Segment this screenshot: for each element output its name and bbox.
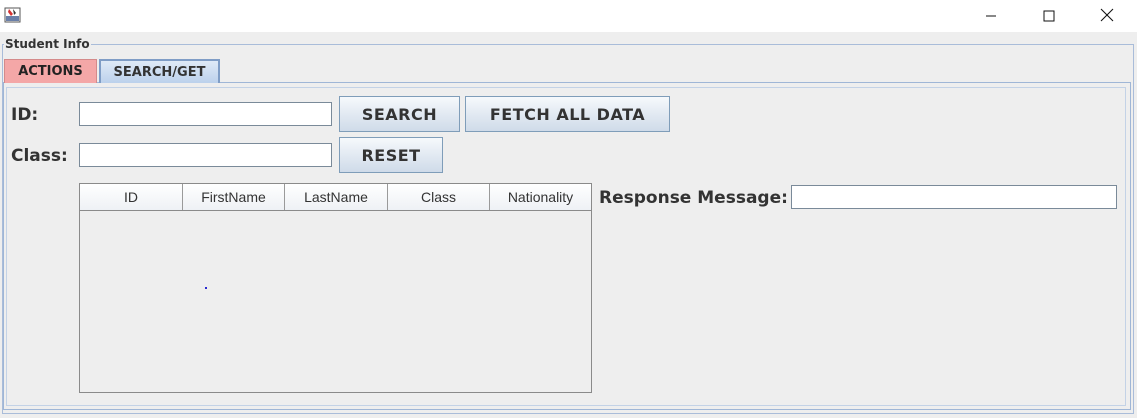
java-app-icon [4, 6, 22, 24]
reset-button[interactable]: RESET [339, 137, 443, 173]
close-button[interactable] [1078, 0, 1136, 32]
class-label: Class: [11, 146, 68, 166]
minimize-icon [985, 7, 997, 26]
column-header-class[interactable]: Class [388, 184, 490, 210]
id-label: ID: [11, 105, 39, 125]
application-window: Student Info ACTIONS SEARCH/GET ID: SEAR… [0, 0, 1137, 418]
column-header-id[interactable]: ID [80, 184, 183, 210]
minimize-button[interactable] [962, 0, 1020, 32]
table-header: ID FirstName LastName Class Nationality [80, 184, 591, 211]
close-icon [1100, 7, 1114, 26]
class-input[interactable] [79, 143, 332, 167]
students-table[interactable]: ID FirstName LastName Class Nationality [79, 183, 592, 393]
maximize-icon [1043, 7, 1055, 26]
column-header-nationality[interactable]: Nationality [490, 184, 591, 210]
column-header-lastname[interactable]: LastName [285, 184, 388, 210]
title-bar [0, 0, 1137, 32]
maximize-button[interactable] [1020, 0, 1078, 32]
id-input[interactable] [79, 102, 332, 126]
column-header-firstname[interactable]: FirstName [183, 184, 285, 210]
tab-actions[interactable]: ACTIONS [4, 59, 97, 83]
response-message-label: Response Message: [599, 188, 788, 208]
cursor-dot [205, 287, 207, 289]
group-title: Student Info [4, 37, 91, 51]
search-button[interactable]: SEARCH [339, 96, 460, 132]
fetch-all-data-button[interactable]: FETCH ALL DATA [465, 96, 670, 132]
tab-search-get[interactable]: SEARCH/GET [99, 59, 220, 83]
response-message-field[interactable] [791, 185, 1117, 209]
table-body[interactable] [80, 211, 591, 392]
